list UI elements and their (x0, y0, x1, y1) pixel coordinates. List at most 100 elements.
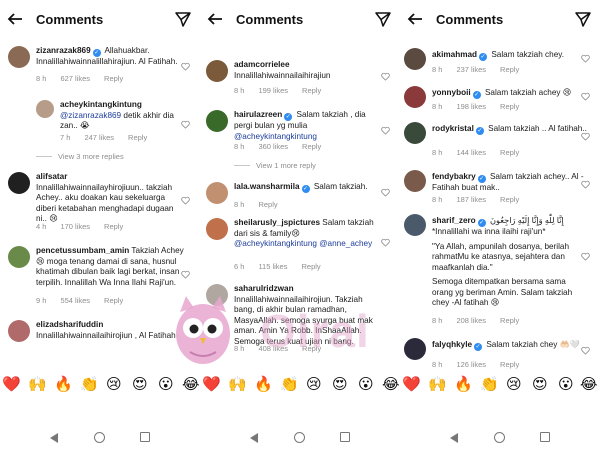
reply-button[interactable]: Reply (500, 360, 519, 369)
send-icon[interactable] (374, 10, 392, 28)
send-icon[interactable] (174, 10, 192, 28)
nav-back-icon[interactable] (50, 433, 58, 443)
heart-icon[interactable] (581, 346, 590, 355)
comment-username[interactable]: adamcorrielee (234, 60, 290, 69)
comment-username[interactable]: acheykintangkintung (60, 100, 142, 109)
heart-icon[interactable] (381, 126, 390, 135)
reply-button[interactable]: Reply (302, 86, 321, 95)
emoji-button[interactable]: 😮 (558, 372, 574, 398)
comment-username[interactable]: sharif_zero (432, 216, 476, 225)
heart-icon[interactable] (181, 120, 190, 129)
avatar[interactable] (8, 246, 30, 268)
comment-likes[interactable]: 554 likes (60, 296, 90, 305)
reply-button[interactable]: Reply (302, 142, 321, 151)
nav-home-icon[interactable] (494, 432, 505, 443)
comment-username[interactable]: akimahmad (432, 50, 477, 59)
mention-link[interactable]: @acheykintangkintung (234, 132, 317, 141)
reply-button[interactable]: Reply (104, 74, 123, 83)
comment-likes[interactable]: 126 likes (456, 360, 486, 369)
heart-icon[interactable] (581, 92, 590, 101)
avatar[interactable] (404, 122, 426, 144)
reply-button[interactable]: Reply (500, 195, 519, 204)
emoji-button[interactable]: 😂 (182, 372, 200, 398)
comment-username[interactable]: saharulridzwan (234, 284, 294, 293)
heart-icon[interactable] (381, 72, 390, 81)
emoji-button[interactable]: 😂 (382, 372, 400, 398)
nav-back-icon[interactable] (250, 433, 258, 443)
emoji-button[interactable]: 😮 (158, 372, 174, 398)
mention-link[interactable]: @acheykintangkintung @anne_achey (234, 239, 372, 248)
comment-username[interactable]: falyqhkyle (432, 340, 472, 349)
reply-button[interactable]: Reply (500, 65, 519, 74)
comment-username[interactable]: lala.wansharmila (234, 182, 300, 191)
avatar[interactable] (8, 320, 30, 342)
nav-recents-icon[interactable] (340, 432, 350, 442)
emoji-button[interactable]: 😢 (306, 372, 322, 398)
heart-icon[interactable] (581, 180, 590, 189)
avatar[interactable] (8, 172, 30, 194)
emoji-button[interactable]: 🙌 (428, 372, 447, 398)
reply-button[interactable]: Reply (500, 316, 519, 325)
view-replies-button[interactable]: View 1 more reply (234, 161, 316, 170)
avatar[interactable] (206, 110, 228, 132)
reply-button[interactable]: Reply (301, 262, 320, 271)
comment-username[interactable]: zizanrazak869 (36, 46, 91, 55)
nav-home-icon[interactable] (294, 432, 305, 443)
comment-likes[interactable]: 247 likes (84, 133, 114, 142)
emoji-button[interactable]: 👏 (280, 372, 299, 398)
heart-icon[interactable] (381, 188, 390, 197)
heart-icon[interactable] (581, 54, 590, 63)
reply-button[interactable]: Reply (302, 344, 321, 353)
avatar[interactable] (36, 100, 54, 118)
avatar[interactable] (206, 284, 228, 306)
view-replies-button[interactable]: View 3 more replies (36, 152, 124, 161)
emoji-button[interactable]: 😢 (506, 372, 522, 398)
heart-icon[interactable] (581, 132, 590, 141)
comment-likes[interactable]: 408 likes (258, 344, 288, 353)
comment-likes[interactable]: 360 likes (258, 142, 288, 151)
avatar[interactable] (404, 338, 426, 360)
heart-icon[interactable] (581, 252, 590, 261)
comment-likes[interactable]: 115 likes (258, 262, 287, 271)
comment-username[interactable]: sheilarusly_jspictures (234, 218, 320, 227)
heart-icon[interactable] (181, 62, 190, 71)
comment-username[interactable]: rodykristal (432, 124, 474, 133)
comment-likes[interactable]: 208 likes (456, 316, 486, 325)
reply-button[interactable]: Reply (258, 200, 277, 209)
reply-button[interactable]: Reply (104, 222, 123, 231)
comment-username[interactable]: yonnyboii (432, 88, 471, 97)
reply-button[interactable]: Reply (104, 296, 123, 305)
nav-recents-icon[interactable] (140, 432, 150, 442)
comment-likes[interactable]: 198 likes (456, 102, 486, 111)
comment-likes[interactable]: 170 likes (60, 222, 90, 231)
reply-button[interactable]: Reply (500, 102, 519, 111)
avatar[interactable] (404, 214, 426, 236)
emoji-button[interactable]: 😢 (106, 372, 122, 398)
avatar[interactable] (404, 86, 426, 108)
back-arrow-icon[interactable] (406, 10, 424, 28)
emoji-button[interactable]: 😍 (532, 372, 548, 398)
comment-username[interactable]: alifsatar (36, 172, 67, 181)
heart-icon[interactable] (181, 270, 190, 279)
heart-icon[interactable] (181, 196, 190, 205)
emoji-button[interactable]: ❤️ (202, 372, 221, 398)
avatar[interactable] (206, 218, 228, 240)
comment-likes[interactable]: 237 likes (456, 65, 486, 74)
avatar[interactable] (404, 48, 426, 70)
reply-button[interactable]: Reply (128, 133, 147, 142)
emoji-button[interactable]: 👏 (480, 372, 499, 398)
emoji-button[interactable]: 😮 (358, 372, 374, 398)
emoji-button[interactable]: ❤️ (402, 372, 421, 398)
emoji-button[interactable]: 😂 (580, 372, 598, 398)
nav-recents-icon[interactable] (540, 432, 550, 442)
avatar[interactable] (206, 182, 228, 204)
comment-username[interactable]: hairulazreen (234, 110, 282, 119)
back-arrow-icon[interactable] (6, 10, 24, 28)
emoji-button[interactable]: 😍 (332, 372, 348, 398)
nav-back-icon[interactable] (450, 433, 458, 443)
reply-button[interactable]: Reply (500, 148, 519, 157)
send-icon[interactable] (574, 10, 592, 28)
comment-username[interactable]: pencetussumbam_amin (36, 246, 129, 255)
comment-likes[interactable]: 144 likes (456, 148, 486, 157)
comment-username[interactable]: elizadsharifuddin (36, 320, 103, 329)
